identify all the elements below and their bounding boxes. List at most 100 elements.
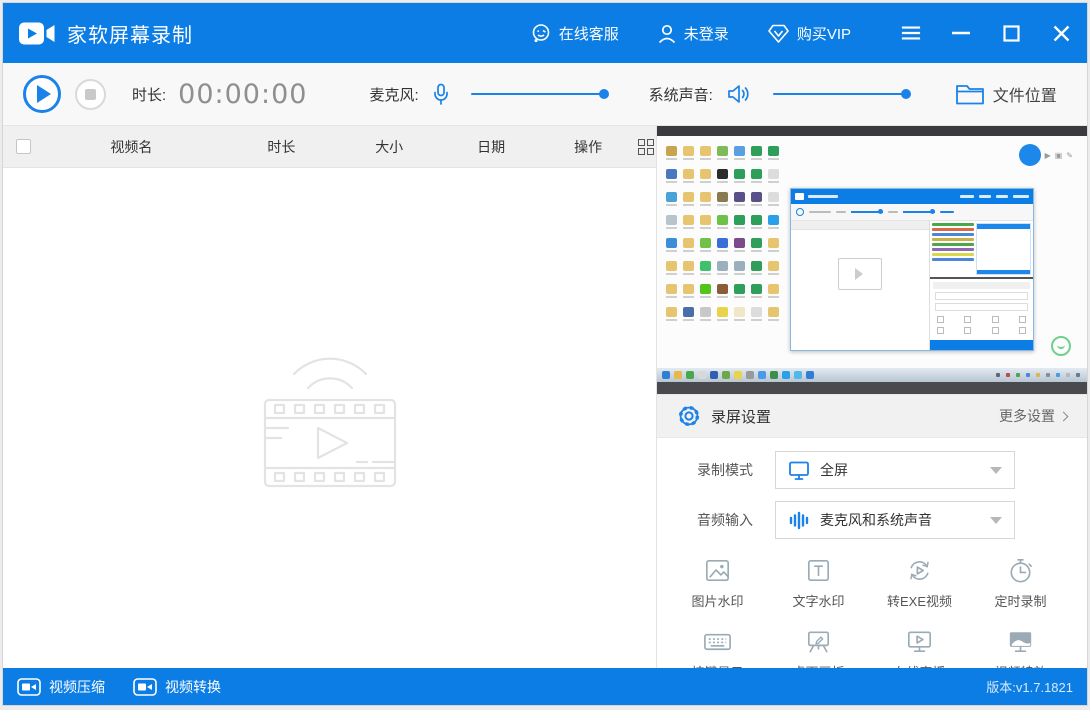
login-status-label: 未登录 xyxy=(684,23,729,44)
audio-input-label: 音频输入 xyxy=(697,510,775,530)
buy-vip-label: 购买VIP xyxy=(797,23,851,44)
monitor-icon xyxy=(788,460,810,481)
vip-diamond-icon xyxy=(767,23,790,44)
menu-button[interactable] xyxy=(901,23,921,43)
duration-value: 00:00:00 xyxy=(178,79,307,110)
timer-record-icon xyxy=(1005,555,1036,586)
video-compress-label: 视频压缩 xyxy=(49,677,105,697)
more-settings-label: 更多设置 xyxy=(999,406,1055,426)
play-icon xyxy=(37,85,51,103)
close-button[interactable] xyxy=(1051,23,1071,43)
file-location-label: 文件位置 xyxy=(993,82,1057,106)
system-slider-track xyxy=(773,93,909,95)
online-service-label: 在线客服 xyxy=(559,23,619,44)
timer-record-button[interactable]: 定时录制 xyxy=(970,555,1071,610)
record-mode-label: 录制模式 xyxy=(697,460,775,480)
preview-taskbar xyxy=(657,368,1087,382)
column-date[interactable]: 日期 xyxy=(434,137,548,157)
start-record-button[interactable] xyxy=(23,75,61,113)
column-operation[interactable]: 操作 xyxy=(548,137,628,157)
record-mode-select[interactable]: 全屏 xyxy=(775,451,1015,489)
video-list-panel: 视频名 时长 大小 日期 操作 xyxy=(3,126,657,668)
footer-bar: 视频压缩 视频转换 版本:v1.7.1821 xyxy=(3,668,1087,705)
preview-bottom-strip xyxy=(657,382,1087,394)
app-logo-icon xyxy=(19,20,57,47)
record-settings-title: 录屏设置 xyxy=(711,406,771,427)
stop-record-button[interactable] xyxy=(75,79,106,110)
video-convert-label: 视频转换 xyxy=(165,677,221,697)
live-stream-icon xyxy=(904,626,935,657)
preview-record-controls: ▶ ▣ ✎ xyxy=(1019,144,1073,166)
text-watermark-icon xyxy=(803,555,834,586)
stop-icon xyxy=(85,89,96,100)
preview-record-button xyxy=(1019,144,1041,166)
mic-volume-slider[interactable] xyxy=(471,88,607,100)
mic-label: 麦克风: xyxy=(369,84,418,105)
version-label: 版本:v1.7.1821 xyxy=(986,677,1073,696)
minimize-icon xyxy=(952,31,970,35)
grid-view-icon[interactable] xyxy=(638,139,656,155)
chevron-right-icon xyxy=(1059,411,1069,421)
image-watermark-button[interactable]: 图片水印 xyxy=(667,555,768,610)
screen-preview: ▶ ▣ ✎ xyxy=(657,126,1087,394)
preview-top-strip xyxy=(657,126,1087,136)
online-service-button[interactable]: 在线客服 xyxy=(530,22,619,44)
column-size[interactable]: 大小 xyxy=(344,137,434,157)
titlebar: 家软屏幕录制 在线客服 未登录 xyxy=(3,3,1087,63)
video-compress-icon xyxy=(17,678,41,696)
duration-label: 时长: xyxy=(132,84,166,105)
keystroke-display-icon xyxy=(701,626,734,657)
desktop-whiteboard-icon xyxy=(803,626,834,657)
video-compress-button[interactable]: 视频压缩 xyxy=(17,677,105,697)
video-convert-icon xyxy=(133,678,157,696)
image-watermark-icon xyxy=(702,555,733,586)
settings-panel: ▶ ▣ ✎ 录屏设置 更多设置 xyxy=(657,126,1087,668)
audio-input-value: 麦克风和系统声音 xyxy=(820,510,932,530)
dropdown-arrow-icon xyxy=(990,467,1002,474)
exe-video-button[interactable]: 转EXE视频 xyxy=(869,555,970,610)
user-icon xyxy=(657,23,677,44)
empty-video-list xyxy=(3,168,656,668)
app-window: 家软屏幕录制 在线客服 未登录 xyxy=(2,2,1088,706)
audio-input-select[interactable]: 麦克风和系统声音 xyxy=(775,501,1015,539)
exe-video-icon xyxy=(904,555,935,586)
close-icon xyxy=(1053,25,1070,42)
video-effects-icon xyxy=(1005,626,1036,657)
preview-play-icon: ▶ xyxy=(1045,151,1051,160)
column-video-name[interactable]: 视频名 xyxy=(44,137,218,157)
file-location-button[interactable]: 文件位置 xyxy=(955,82,1057,106)
microphone-icon[interactable] xyxy=(433,83,449,106)
film-strip-placeholder-icon xyxy=(254,344,406,492)
login-status-button[interactable]: 未登录 xyxy=(657,23,729,44)
preview-mini-app-window xyxy=(790,188,1034,351)
column-duration[interactable]: 时长 xyxy=(219,137,344,157)
video-convert-button[interactable]: 视频转换 xyxy=(133,677,221,697)
preview-safety-badge-icon xyxy=(1051,336,1071,356)
record-mode-value: 全屏 xyxy=(820,460,848,480)
video-list-header: 视频名 时长 大小 日期 操作 xyxy=(3,126,656,168)
mic-slider-thumb[interactable] xyxy=(599,89,609,99)
hamburger-icon xyxy=(901,25,921,41)
preview-desktop-icons xyxy=(664,146,781,321)
waveform-icon xyxy=(788,510,810,531)
mic-slider-track xyxy=(471,93,607,95)
more-settings-button[interactable]: 更多设置 xyxy=(999,406,1067,426)
record-settings-header: 录屏设置 更多设置 xyxy=(657,394,1087,438)
system-volume-slider[interactable] xyxy=(773,88,909,100)
buy-vip-button[interactable]: 购买VIP xyxy=(767,23,851,44)
speaker-icon[interactable] xyxy=(727,83,751,105)
gear-icon xyxy=(677,404,701,428)
system-slider-thumb[interactable] xyxy=(901,89,911,99)
system-sound-label: 系统声音: xyxy=(649,84,713,105)
feature-grid: 图片水印 文字水印 xyxy=(667,555,1071,681)
preview-stop-icon: ▣ xyxy=(1055,151,1063,160)
maximize-button[interactable] xyxy=(1001,23,1021,43)
app-title: 家软屏幕录制 xyxy=(67,19,193,48)
folder-icon xyxy=(955,82,985,106)
record-toolbar: 时长: 00:00:00 麦克风: 系统声音: xyxy=(3,63,1087,126)
preview-edit-icon: ✎ xyxy=(1066,151,1073,160)
minimize-button[interactable] xyxy=(951,23,971,43)
select-all-checkbox[interactable] xyxy=(16,139,31,154)
maximize-icon xyxy=(1003,25,1020,42)
text-watermark-button[interactable]: 文字水印 xyxy=(768,555,869,610)
